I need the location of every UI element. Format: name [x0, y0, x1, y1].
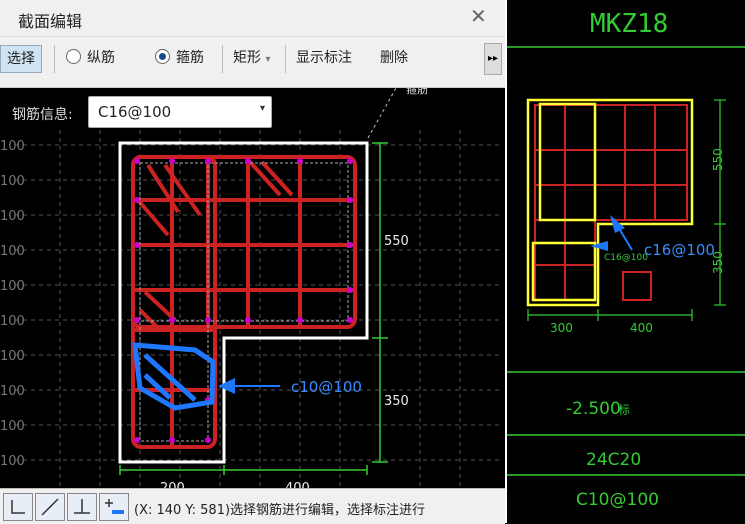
status-bar: (X: 140 Y: 581)选择钢筋进行编辑，选择标注进行: [0, 488, 505, 524]
radio-stirrup-label: 箍筋: [176, 50, 204, 66]
mini-stirrup-label: C16@100: [604, 253, 648, 263]
section-edit-dialog: 截面编辑 ✕ 选择 纵筋 箍筋 矩形 ▾ 显示标注 删除 ▸▸ 100 100: [0, 0, 505, 524]
ortho-mode-button[interactable]: [3, 493, 33, 521]
dimension-labels: 550 350 200 400: [160, 234, 409, 488]
toolbar-separator: [54, 45, 55, 73]
dialog-titlebar: 截面编辑 ✕: [0, 0, 505, 37]
dim-label-400: 400: [285, 481, 310, 488]
leader-line: [367, 88, 397, 139]
grid-label: 100: [0, 314, 25, 329]
grid-lines: [15, 130, 500, 488]
highlighted-regions: [526, 98, 694, 307]
grid-label: 100: [0, 174, 25, 189]
dim-label-550: 550: [384, 234, 409, 249]
grid-label: 100: [0, 139, 25, 154]
elevation-value: -2.500: [566, 399, 621, 419]
mini-dimension-lines: [527, 99, 726, 321]
rebar-info-label: 钢筋信息:: [12, 107, 73, 123]
rebar-info-value: C16@100: [98, 103, 172, 121]
stirrup-label: C10@100: [576, 490, 659, 510]
toolbar-separator: [285, 45, 286, 73]
dim-label-550: 550: [711, 148, 725, 171]
show-label-button[interactable]: 显示标注: [296, 45, 352, 71]
chevron-down-icon: ▾: [265, 54, 271, 65]
grid-label: 100: [0, 419, 25, 434]
shape-dropdown[interactable]: 矩形 ▾: [233, 45, 270, 71]
line-icon: [41, 498, 59, 516]
toolbar-separator: [222, 45, 223, 73]
mini-rebar: [534, 104, 688, 301]
grid-label: 100: [0, 384, 25, 399]
grid-labels: 100 100 100 100 100 100 100 100 100 100: [0, 139, 25, 469]
annotation-text: c10@100: [291, 378, 362, 396]
grid-label: 100: [0, 244, 25, 259]
annotation-arrow-shaft: [619, 229, 633, 251]
radio-icon: [66, 49, 81, 64]
outer-stirrup: [131, 155, 357, 329]
elevation-suffix: 标: [618, 403, 630, 417]
dim-label-350: 350: [384, 394, 409, 409]
dim-label-300: 300: [550, 321, 573, 335]
status-text: (X: 140 Y: 581)选择钢筋进行编辑，选择标注进行: [134, 503, 426, 518]
delete-button[interactable]: 删除: [380, 45, 408, 71]
rebar-info-select[interactable]: C16@100 ▾: [88, 96, 272, 128]
shape-dropdown-value: 矩形: [233, 50, 261, 66]
cad-drawing-view[interactable]: MKZ18 核载 C16@100 c16@100 550 350 300 400…: [507, 0, 745, 523]
annotation-text: c16@100: [644, 241, 715, 259]
select-button[interactable]: 选择: [0, 45, 42, 73]
clipped-label: 箍筋: [406, 88, 428, 96]
grid-label: 100: [0, 454, 25, 469]
chevron-down-icon: ▾: [259, 103, 265, 114]
plus-icon: [105, 499, 124, 514]
radio-checked-icon: [155, 49, 170, 64]
section-canvas[interactable]: 100 100 100 100 100 100 100 100 100 100 …: [0, 88, 505, 488]
clipped-top-labels: 箍筋: [406, 88, 428, 96]
line-mode-button[interactable]: [35, 493, 65, 521]
add-mode-button[interactable]: [99, 493, 129, 521]
drawing-title: MKZ18: [590, 9, 668, 39]
close-icon[interactable]: ✕: [470, 4, 487, 28]
toolbar: 选择 纵筋 箍筋 矩形 ▾ 显示标注 删除 ▸▸: [0, 37, 505, 88]
perpendicular-mode-button[interactable]: [67, 493, 97, 521]
main-bars-label: 24C20: [586, 450, 641, 470]
grid-label: 100: [0, 349, 25, 364]
dim-label-350: 350: [711, 251, 725, 274]
dialog-title: 截面编辑: [18, 12, 83, 31]
ortho-icon: [11, 500, 25, 514]
perpendicular-icon: [74, 499, 90, 514]
radio-longitudinal-label: 纵筋: [87, 50, 115, 66]
more-icon[interactable]: ▸▸: [484, 43, 502, 75]
radio-stirrup[interactable]: 箍筋: [155, 45, 204, 71]
grid-label: 100: [0, 209, 25, 224]
dim-label-400: 400: [630, 321, 653, 335]
dim-label-200: 200: [160, 481, 185, 488]
grid-label: 100: [0, 279, 25, 294]
radio-longitudinal[interactable]: 纵筋: [66, 45, 115, 71]
